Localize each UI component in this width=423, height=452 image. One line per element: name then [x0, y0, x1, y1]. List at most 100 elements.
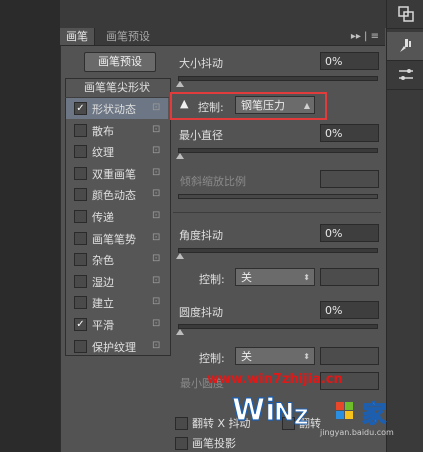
- brush-option-checkbox[interactable]: ✓: [74, 318, 87, 331]
- brush-panel-icon[interactable]: [387, 32, 423, 61]
- angle-jitter-field[interactable]: 0%: [320, 224, 379, 242]
- brush-option-label: 颜色动态: [92, 189, 136, 203]
- brush-option-checkbox[interactable]: [74, 145, 87, 159]
- size-jitter-field[interactable]: 0%: [320, 52, 379, 70]
- brush-option-item[interactable]: 湿边 ⊡: [66, 271, 168, 292]
- min-diameter-slider[interactable]: [178, 148, 378, 153]
- history-icon[interactable]: [387, 0, 423, 29]
- angle-control-label: 控制:: [199, 273, 225, 286]
- brush-projection-label: 画笔投影: [192, 437, 236, 450]
- roundness-control-value: 关: [241, 350, 252, 363]
- win7-logo: Wi N Z 家: [232, 392, 387, 429]
- brush-option-label: 平滑: [92, 319, 114, 332]
- brush-option-item[interactable]: 颜色动态 ⊡: [66, 184, 168, 205]
- brush-option-item[interactable]: 传递 ⊡: [66, 206, 168, 227]
- roundness-control-field: [320, 347, 379, 365]
- brush-option-label: 杂色: [92, 254, 114, 268]
- brush-option-label: 保护纹理: [92, 340, 136, 354]
- tab-brush[interactable]: 画笔: [60, 28, 95, 45]
- brush-option-checkbox[interactable]: [74, 166, 87, 180]
- tilt-scale-slider: [178, 194, 378, 199]
- brush-option-item[interactable]: 双重画笔 ⊡: [66, 163, 168, 184]
- size-jitter-label: 大小抖动: [179, 57, 223, 70]
- angle-jitter-slider[interactable]: [178, 248, 378, 253]
- brush-presets-icon[interactable]: [387, 61, 423, 90]
- brush-option-checkbox[interactable]: [74, 210, 87, 223]
- highlight-box: [170, 92, 327, 120]
- brush-option-item[interactable]: 画笔笔势 ⊡: [66, 228, 168, 249]
- lock-icon[interactable]: ⊡: [152, 167, 160, 178]
- divider: [173, 212, 381, 213]
- size-jitter-slider-knob[interactable]: [176, 81, 184, 87]
- lock-icon[interactable]: ⊡: [152, 253, 160, 264]
- brush-option-item[interactable]: 建立 ⊡: [66, 292, 168, 313]
- flip-x-checkbox[interactable]: [175, 417, 188, 430]
- brush-option-label: 湿边: [92, 275, 114, 289]
- lock-icon[interactable]: ⊡: [152, 275, 160, 286]
- size-jitter-slider[interactable]: [178, 76, 378, 81]
- lock-icon[interactable]: ⊡: [152, 318, 160, 329]
- lock-icon[interactable]: ⊡: [152, 145, 160, 156]
- brush-option-item[interactable]: 保护纹理 ⊡: [66, 336, 168, 357]
- angle-jitter-slider-knob[interactable]: [176, 253, 184, 259]
- brush-option-checkbox[interactable]: [74, 296, 87, 310]
- roundness-jitter-field[interactable]: 0%: [320, 301, 379, 319]
- angle-control-field: [320, 268, 379, 286]
- brush-tip-shape-item[interactable]: 画笔笔尖形状: [65, 78, 169, 98]
- lock-icon[interactable]: ⊡: [152, 296, 160, 307]
- lock-icon[interactable]: ⊡: [152, 188, 160, 199]
- brush-option-label: 散布: [92, 124, 114, 138]
- brush-option-label: 画笔笔势: [92, 232, 136, 246]
- watermark-site: jingyan.baidu.com: [320, 428, 394, 437]
- svg-text:Wi: Wi: [232, 393, 275, 428]
- lock-icon[interactable]: ⊡: [152, 340, 160, 351]
- tilt-scale-field: [320, 170, 379, 188]
- lock-icon[interactable]: ⊡: [152, 102, 160, 113]
- chevron-updown-icon: ⬍: [303, 352, 310, 361]
- lock-icon[interactable]: ⊡: [152, 210, 160, 221]
- svg-text:Z: Z: [294, 405, 309, 429]
- roundness-control-label: 控制:: [199, 352, 225, 365]
- brush-option-item[interactable]: 纹理 ⊡: [66, 141, 168, 162]
- brush-option-item[interactable]: ✓ 平滑 ⊡: [66, 314, 168, 335]
- min-diameter-slider-knob[interactable]: [176, 153, 184, 159]
- brush-option-item[interactable]: ✓ 形状动态 ⊡: [66, 98, 168, 119]
- brush-option-checkbox[interactable]: [74, 274, 87, 288]
- canvas-backdrop: [0, 0, 60, 452]
- brush-option-checkbox[interactable]: [74, 339, 87, 353]
- roundness-jitter-slider-knob[interactable]: [176, 329, 184, 335]
- roundness-jitter-slider[interactable]: [178, 324, 378, 329]
- brush-option-checkbox[interactable]: ✓: [74, 102, 87, 115]
- brush-projection-checkbox[interactable]: [175, 437, 188, 450]
- tilt-scale-label: 倾斜缩放比例: [180, 175, 246, 188]
- svg-text:N: N: [274, 398, 294, 426]
- brush-option-item[interactable]: 杂色 ⊡: [66, 249, 168, 270]
- angle-control-value: 关: [241, 271, 252, 284]
- brush-option-checkbox[interactable]: [74, 231, 87, 245]
- lock-icon[interactable]: ⊡: [152, 124, 160, 135]
- panel-tab-bar: 画笔 画笔预设 ▸▸ | ≡: [60, 28, 385, 46]
- brush-option-checkbox[interactable]: [74, 253, 87, 267]
- angle-jitter-label: 角度抖动: [179, 229, 223, 242]
- roundness-control-dropdown[interactable]: 关 ⬍: [235, 347, 315, 365]
- roundness-jitter-label: 圆度抖动: [179, 306, 223, 319]
- brush-option-label: 建立: [92, 297, 114, 311]
- svg-text:家: 家: [362, 400, 386, 428]
- right-tool-column: [386, 0, 423, 452]
- brush-preset-button[interactable]: 画笔预设: [84, 52, 156, 72]
- min-diameter-label: 最小直径: [179, 129, 223, 142]
- brush-option-label: 传递: [92, 211, 114, 224]
- panel-menu-icon[interactable]: ▸▸ | ≡: [351, 28, 379, 45]
- chevron-updown-icon: ⬍: [303, 273, 310, 282]
- brush-option-checkbox[interactable]: [74, 123, 87, 137]
- lock-icon[interactable]: ⊡: [152, 232, 160, 243]
- brush-option-checkbox[interactable]: [74, 188, 87, 202]
- min-diameter-field[interactable]: 0%: [320, 124, 379, 142]
- brush-option-label: 纹理: [92, 146, 114, 160]
- brush-option-item[interactable]: 散布 ⊡: [66, 120, 168, 141]
- tab-brush-presets[interactable]: 画笔预设: [100, 28, 156, 45]
- angle-control-dropdown[interactable]: 关 ⬍: [235, 268, 315, 286]
- brush-option-label: 双重画笔: [92, 167, 136, 181]
- brush-option-label: 形状动态: [92, 103, 136, 116]
- watermark-url: www.win7zhijia.cn: [207, 372, 343, 387]
